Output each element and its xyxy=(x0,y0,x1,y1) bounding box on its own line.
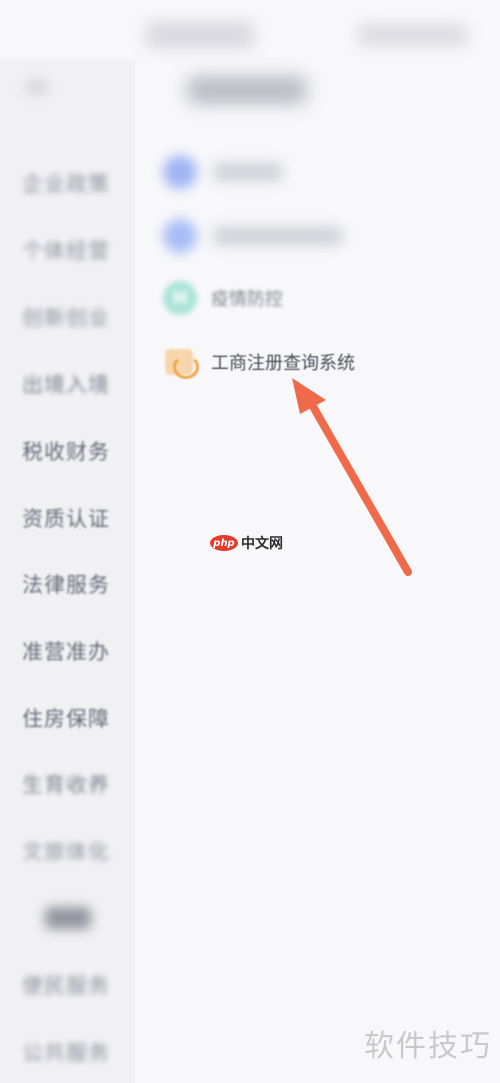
list-item-epidemic[interactable]: H 疫情防控 xyxy=(163,276,283,320)
list-item-business-registry[interactable]: 工商注册查询系统 xyxy=(163,340,355,384)
php-watermark: php 中文网 xyxy=(210,533,283,553)
item-label: 工商注册查询系统 xyxy=(211,353,355,374)
top-right-action-blurred[interactable] xyxy=(358,24,468,46)
category-sidebar: 企业政策 个体经营 创新创业 出境入境 税收财务 资质认证 法律服务 准营准办 … xyxy=(0,60,135,1083)
sidebar-item-11[interactable]: 文旅体化 xyxy=(0,826,135,876)
service-list: H 疫情防控 工商注册查询系统 xyxy=(135,60,500,1083)
top-left-title-blurred[interactable] xyxy=(146,22,254,48)
list-item-blurred-2[interactable] xyxy=(163,214,343,258)
service-icon xyxy=(163,155,197,189)
sidebar-item-9[interactable]: 住房保障 xyxy=(0,693,135,743)
sidebar-item-6[interactable]: 资质认证 xyxy=(0,493,135,543)
sidebar-item-13[interactable]: 公共服务 xyxy=(0,1027,135,1077)
sidebar-item-2[interactable]: 个体经营 xyxy=(0,225,135,275)
item-label: 疫情防控 xyxy=(211,289,283,310)
sidebar-item-active[interactable] xyxy=(0,893,135,943)
app-screen: 企业政策 个体经营 创新创业 出境入境 税收财务 资质认证 法律服务 准营准办 … xyxy=(0,0,500,1083)
service-label-blurred xyxy=(213,227,343,245)
php-logo: php xyxy=(210,535,238,551)
sidebar-item-4[interactable]: 出境入境 xyxy=(0,359,135,409)
active-item-blurred xyxy=(44,907,91,929)
sidebar-item-10[interactable]: 生育收养 xyxy=(0,759,135,809)
list-item-blurred-1[interactable] xyxy=(163,150,283,194)
back-icon[interactable] xyxy=(26,80,48,94)
php-watermark-text: 中文网 xyxy=(241,536,283,552)
hospital-icon: H xyxy=(163,281,197,315)
sidebar-item-8[interactable]: 准营准办 xyxy=(0,626,135,676)
business-registry-icon xyxy=(163,345,199,379)
sidebar-item-1[interactable]: 企业政策 xyxy=(0,158,135,208)
sidebar-item-5[interactable]: 税收财务 xyxy=(0,426,135,476)
section-title-blurred xyxy=(187,76,307,104)
service-label-blurred xyxy=(213,163,283,181)
bottom-watermark: 软件技巧 xyxy=(364,1029,492,1064)
h-glyph: H xyxy=(172,287,188,309)
service-icon xyxy=(163,219,197,253)
sidebar-item-12[interactable]: 便民服务 xyxy=(0,960,135,1010)
sidebar-item-7[interactable]: 法律服务 xyxy=(0,559,135,609)
sidebar-item-3[interactable]: 创新创业 xyxy=(0,292,135,342)
top-bar xyxy=(140,18,480,54)
